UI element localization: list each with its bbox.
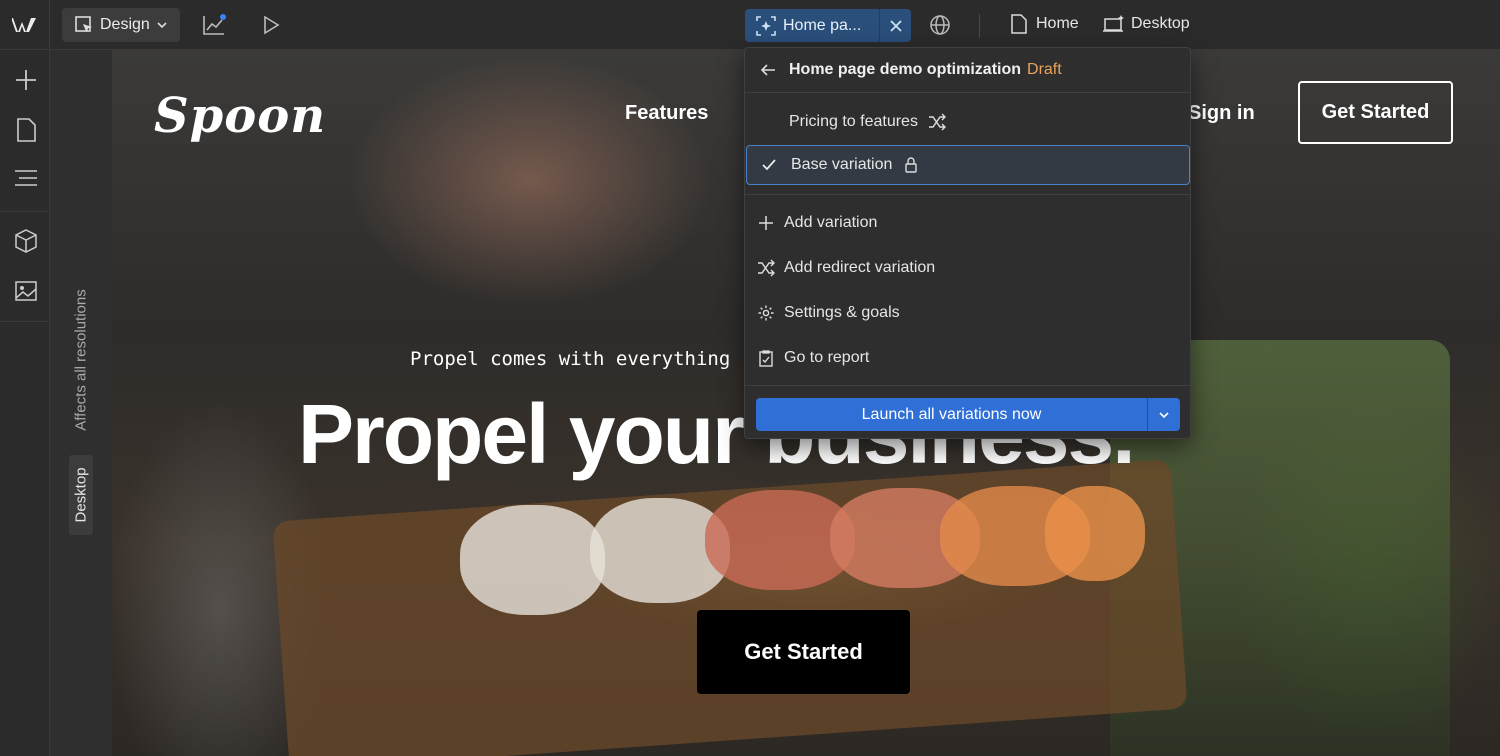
optimization-title: Home page demo optimization: [789, 61, 1022, 78]
add-icon[interactable]: [13, 67, 39, 93]
close-icon: [889, 19, 902, 32]
launch-split-button: Launch all variations now: [756, 398, 1180, 431]
breakpoint-selector[interactable]: Desktop: [1103, 14, 1190, 34]
webflow-logo-icon[interactable]: [0, 0, 50, 50]
page-icon: [1011, 14, 1027, 34]
menu-divider: [745, 385, 1190, 386]
hero-get-started-button[interactable]: Get Started: [697, 610, 910, 694]
cursor-icon: [75, 16, 92, 33]
sidebar-divider: [0, 211, 50, 212]
optimize-sparkle-icon: [756, 15, 776, 36]
action-label: Add redirect variation: [784, 259, 936, 276]
go-to-report-item[interactable]: Go to report: [745, 338, 1190, 378]
page-label: Home: [1036, 15, 1079, 32]
design-mode-button[interactable]: Design: [62, 8, 180, 42]
hero-subheading[interactable]: Propel comes with everything: [410, 348, 730, 370]
left-sidebar: [0, 50, 50, 756]
chevron-down-icon: [1159, 411, 1169, 418]
sushi-shape: [460, 505, 605, 615]
add-variation-item[interactable]: Add variation: [745, 203, 1190, 243]
assets-image-icon[interactable]: [13, 277, 39, 303]
toolbar-divider: [979, 14, 980, 38]
sushi-shape: [1045, 486, 1145, 581]
report-icon: [759, 350, 773, 367]
shuffle-icon: [758, 259, 775, 277]
desktop-resolution-label: Desktop: [72, 467, 90, 523]
desktop-breakpoint-icon: [1103, 15, 1124, 32]
check-icon: [762, 159, 776, 171]
action-label: Add variation: [784, 214, 878, 231]
variation-label: Base variation: [791, 156, 893, 173]
nav-link-features[interactable]: Features: [625, 102, 708, 125]
nav-get-started-button[interactable]: Get Started: [1298, 81, 1453, 144]
plus-icon: [759, 216, 773, 230]
optimization-variant-button[interactable]: Home pa...: [745, 9, 879, 42]
components-cube-icon[interactable]: [13, 228, 39, 254]
add-redirect-variation-item[interactable]: Add redirect variation: [745, 248, 1190, 288]
variation-pricing-to-features[interactable]: Pricing to features: [745, 102, 1190, 142]
navigator-icon[interactable]: [13, 165, 39, 191]
lock-icon: [905, 157, 918, 173]
page-selector[interactable]: Home: [1010, 14, 1079, 34]
variant-chip-label: Home pa...: [783, 16, 862, 34]
globe-icon[interactable]: [928, 13, 952, 37]
optimization-menu: Home page demo optimization Draft Pricin…: [744, 47, 1191, 439]
analytics-icon[interactable]: [202, 13, 226, 37]
shuffle-icon: [928, 113, 946, 131]
close-optimization-button[interactable]: [879, 9, 911, 42]
menu-divider: [745, 194, 1190, 195]
action-label: Settings & goals: [784, 304, 900, 321]
launch-all-variations-button[interactable]: Launch all variations now: [756, 398, 1148, 431]
chevron-down-icon: [157, 22, 167, 29]
affects-resolutions-label: Affects all resolutions: [72, 289, 90, 431]
desktop-resolution-tab[interactable]: Desktop: [69, 455, 93, 535]
variation-label: Pricing to features: [789, 113, 918, 130]
gear-icon: [758, 305, 774, 321]
back-arrow-icon[interactable]: [759, 61, 777, 79]
sidebar-divider: [0, 321, 50, 322]
action-label: Go to report: [784, 349, 870, 366]
pages-icon[interactable]: [13, 117, 39, 143]
design-mode-label: Design: [100, 16, 150, 33]
launch-options-button[interactable]: [1148, 398, 1180, 431]
preview-play-icon[interactable]: [259, 13, 283, 37]
top-toolbar: Design Home pa... Home Desktop: [0, 0, 1500, 50]
nav-link-signin[interactable]: Sign in: [1188, 102, 1255, 125]
variation-base[interactable]: Base variation: [746, 145, 1190, 185]
menu-header: Home page demo optimization Draft: [745, 48, 1190, 93]
breakpoint-label: Desktop: [1131, 15, 1190, 32]
settings-goals-item[interactable]: Settings & goals: [745, 293, 1190, 333]
status-badge: Draft: [1027, 61, 1062, 78]
site-logo[interactable]: Spoon: [154, 88, 326, 144]
